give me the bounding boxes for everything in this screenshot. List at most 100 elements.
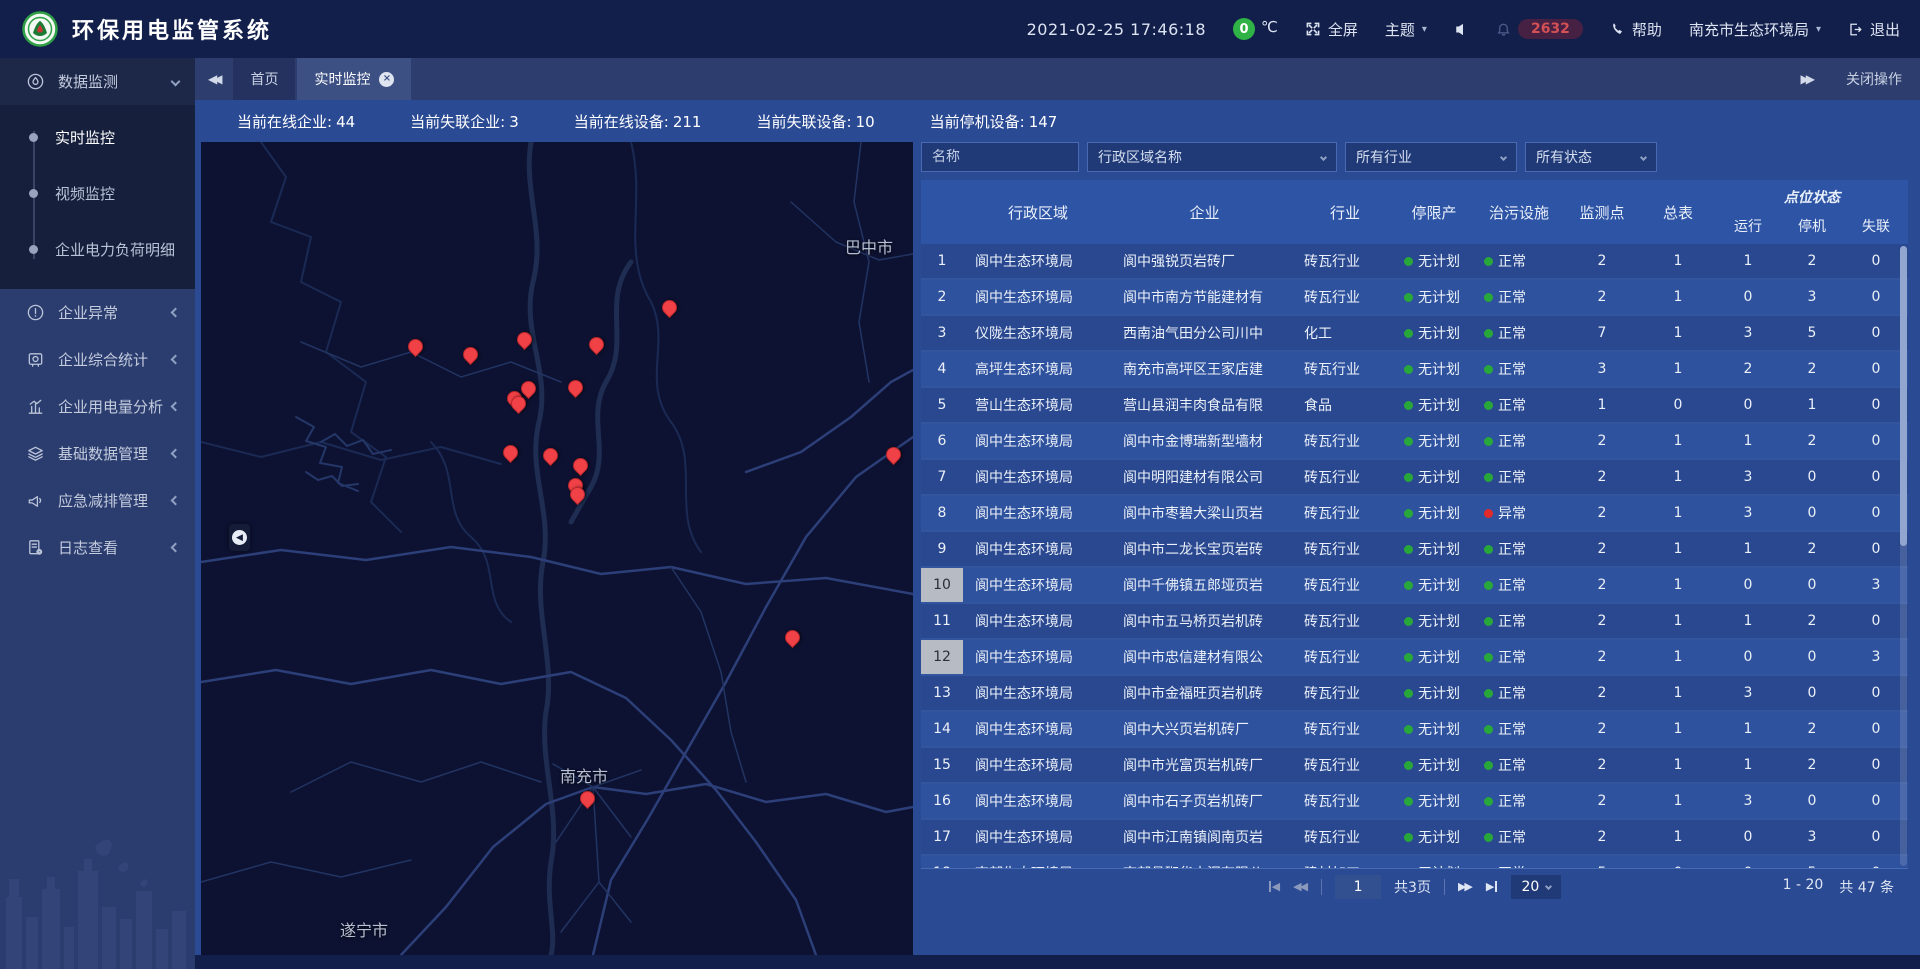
sidebar-item-0[interactable]: 数据监测 bbox=[0, 58, 195, 105]
table-row[interactable]: 8阆中生态环境局阆中市枣碧大梁山页岩砖瓦行业无计划异常21300 bbox=[921, 496, 1908, 532]
table-row[interactable]: 9阆中生态环境局阆中市二龙长宝页岩砖砖瓦行业无计划正常21120 bbox=[921, 532, 1908, 568]
sidebar-item-5[interactable]: 应急减排管理 bbox=[0, 477, 195, 524]
cell-meters: 1 bbox=[1640, 793, 1716, 809]
row-index: 7 bbox=[921, 460, 963, 494]
table-row[interactable]: 7阆中生态环境局阆中明阳建材有限公司砖瓦行业无计划正常21300 bbox=[921, 460, 1908, 496]
status-select[interactable]: 所有状态 bbox=[1525, 142, 1657, 172]
region-select[interactable]: 行政区域名称 bbox=[1087, 142, 1337, 172]
close-tab-icon[interactable]: × bbox=[379, 72, 394, 87]
industry-select[interactable]: 所有行业 bbox=[1345, 142, 1517, 172]
table-row[interactable]: 10阆中生态环境局阆中千佛镇五郎垭页岩砖瓦行业无计划正常21003 bbox=[921, 568, 1908, 604]
cell-facility-status: 正常 bbox=[1474, 791, 1564, 811]
cell-run: 3 bbox=[1716, 325, 1780, 341]
map-pin-icon[interactable] bbox=[782, 627, 803, 648]
cell-lost: 0 bbox=[1844, 325, 1908, 341]
table-row[interactable]: 3仪陇生态环境局西南油气田分公司川中化工无计划正常71350 bbox=[921, 316, 1908, 352]
sidebar-subitem-0[interactable]: 实时监控 bbox=[0, 109, 195, 165]
mute-button[interactable] bbox=[1454, 22, 1469, 37]
sidebar-item-4[interactable]: 基础数据管理 bbox=[0, 430, 195, 477]
cell-stop: 3 bbox=[1780, 829, 1844, 845]
first-page-button[interactable]: ◀ bbox=[1268, 881, 1280, 892]
table-row[interactable]: 11阆中生态环境局阆中市五马桥页岩机砖砖瓦行业无计划正常21120 bbox=[921, 604, 1908, 640]
theme-dropdown[interactable]: 主题▾ bbox=[1385, 19, 1427, 40]
cell-stop: 0 bbox=[1780, 649, 1844, 665]
next-page-button[interactable]: ▶▶ bbox=[1458, 881, 1473, 892]
table-scrollbar[interactable] bbox=[1900, 246, 1907, 866]
stat-value: 10 bbox=[856, 113, 875, 131]
cell-meters: 1 bbox=[1640, 649, 1716, 665]
table-row[interactable]: 18南部生态环境局南部县砌华水泥有限公建材加工无计划正常50050 bbox=[921, 856, 1908, 868]
red-dot-icon bbox=[1484, 509, 1493, 518]
cell-plan-status: 无计划 bbox=[1394, 431, 1474, 451]
table-row[interactable]: 2阆中生态环境局阆中市南方节能建材有砖瓦行业无计划正常21030 bbox=[921, 280, 1908, 316]
green-dot-icon bbox=[1484, 725, 1493, 734]
cell-lost: 0 bbox=[1844, 793, 1908, 809]
cell-run: 1 bbox=[1716, 433, 1780, 449]
temperature-widget: 0 ℃ bbox=[1233, 18, 1278, 40]
org-dropdown[interactable]: 南充市生态环境局▾ bbox=[1689, 19, 1821, 40]
map-pin-icon[interactable] bbox=[586, 334, 607, 355]
help-button[interactable]: 帮助 bbox=[1610, 19, 1662, 40]
map-pin-icon[interactable] bbox=[460, 344, 481, 365]
cell-stop: 1 bbox=[1780, 397, 1844, 413]
cell-facility-status: 正常 bbox=[1474, 827, 1564, 847]
scroll-tabs-left-button[interactable]: ◀◀ bbox=[195, 72, 233, 86]
map-pin-icon[interactable] bbox=[570, 455, 591, 476]
table-row[interactable]: 16阆中生态环境局阆中市石子页岩机砖厂砖瓦行业无计划正常21300 bbox=[921, 784, 1908, 820]
map-pin-icon[interactable] bbox=[577, 788, 598, 809]
cell-company: 阆中市枣碧大梁山页岩 bbox=[1113, 503, 1296, 523]
cell-company: 阆中市金福旺页岩机砖 bbox=[1113, 683, 1296, 703]
map-pin-icon[interactable] bbox=[659, 297, 680, 318]
data-panel: 行政区域名称 所有行业 所有状态 行政区域企业行业停限产治污设施监测点总表点位状… bbox=[921, 142, 1908, 955]
map-pin-icon[interactable] bbox=[883, 444, 904, 465]
tab-home[interactable]: 首页 bbox=[233, 58, 295, 100]
map-collapse-button[interactable]: ◀ bbox=[229, 524, 250, 551]
table-row[interactable]: 4高坪生态环境局南充市高坪区王家店建砖瓦行业无计划正常31220 bbox=[921, 352, 1908, 388]
table-row[interactable]: 13阆中生态环境局阆中市金福旺页岩机砖砖瓦行业无计划正常21300 bbox=[921, 676, 1908, 712]
fullscreen-button[interactable]: 全屏 bbox=[1305, 19, 1358, 40]
table-row[interactable]: 5营山生态环境局营山县润丰肉食品有限食品无计划正常10010 bbox=[921, 388, 1908, 424]
prev-page-button[interactable]: ◀◀ bbox=[1293, 881, 1308, 892]
bottom-strip bbox=[195, 955, 1920, 969]
table-row[interactable]: 1阆中生态环境局阆中强锐页岩砖厂砖瓦行业无计划正常21120 bbox=[921, 244, 1908, 280]
table-row[interactable]: 14阆中生态环境局阆中大兴页岩机砖厂砖瓦行业无计划正常21120 bbox=[921, 712, 1908, 748]
last-page-button[interactable]: ▶ bbox=[1486, 881, 1498, 892]
page-size-select[interactable]: 20 bbox=[1511, 875, 1561, 899]
cell-run: 0 bbox=[1716, 397, 1780, 413]
table-row[interactable]: 6阆中生态环境局阆中市金博瑞新型墙材砖瓦行业无计划正常21120 bbox=[921, 424, 1908, 460]
close-operations-button[interactable]: 关闭操作 bbox=[1846, 69, 1902, 89]
green-dot-icon bbox=[1484, 653, 1493, 662]
map-pin-icon[interactable] bbox=[405, 336, 426, 357]
table-row[interactable]: 17阆中生态环境局阆中市江南镇阆南页岩砖瓦行业无计划正常21030 bbox=[921, 820, 1908, 856]
sidebar-subitem-1[interactable]: 视频监控 bbox=[0, 165, 195, 221]
tab-realtime-monitor[interactable]: 实时监控 × bbox=[297, 58, 411, 100]
notifications[interactable]: 2632 bbox=[1496, 19, 1583, 39]
map-pin-icon[interactable] bbox=[565, 377, 586, 398]
map-panel[interactable]: 巴中市南充市遂宁市 ◀ bbox=[201, 142, 913, 955]
sidebar-subitem-2[interactable]: 企业电力负荷明细 bbox=[0, 221, 195, 277]
cell-industry: 砖瓦行业 bbox=[1296, 611, 1394, 631]
cell-points: 2 bbox=[1564, 757, 1640, 773]
name-search-input[interactable] bbox=[921, 142, 1079, 172]
sidebar-item-label: 企业异常 bbox=[58, 302, 118, 323]
chevron-left-icon bbox=[171, 543, 181, 553]
map-pin-icon[interactable] bbox=[514, 329, 535, 350]
green-dot-icon bbox=[1484, 833, 1493, 842]
page-number-input[interactable]: 1 bbox=[1335, 875, 1381, 899]
sidebar-item-label: 应急减排管理 bbox=[58, 490, 148, 511]
sidebar-item-2[interactable]: 企业综合统计 bbox=[0, 336, 195, 383]
cell-run: 3 bbox=[1716, 793, 1780, 809]
logout-button[interactable]: 退出 bbox=[1848, 19, 1900, 40]
map-pin-icon[interactable] bbox=[540, 445, 561, 466]
scroll-tabs-right-button[interactable]: ▶▶ bbox=[1788, 72, 1826, 86]
sidebar-item-1[interactable]: 企业异常 bbox=[0, 289, 195, 336]
cell-facility-status: 正常 bbox=[1474, 359, 1564, 379]
sidebar-item-6[interactable]: 日志查看 bbox=[0, 524, 195, 571]
table-row[interactable]: 15阆中生态环境局阆中市光富页岩机砖厂砖瓦行业无计划正常21120 bbox=[921, 748, 1908, 784]
cell-plan-status: 无计划 bbox=[1394, 683, 1474, 703]
sidebar-item-3[interactable]: 企业用电量分析 bbox=[0, 383, 195, 430]
fullscreen-icon bbox=[1305, 21, 1321, 37]
green-dot-icon bbox=[1404, 833, 1413, 842]
map-pin-icon[interactable] bbox=[500, 442, 521, 463]
table-row[interactable]: 12阆中生态环境局阆中市忠信建材有限公砖瓦行业无计划正常21003 bbox=[921, 640, 1908, 676]
